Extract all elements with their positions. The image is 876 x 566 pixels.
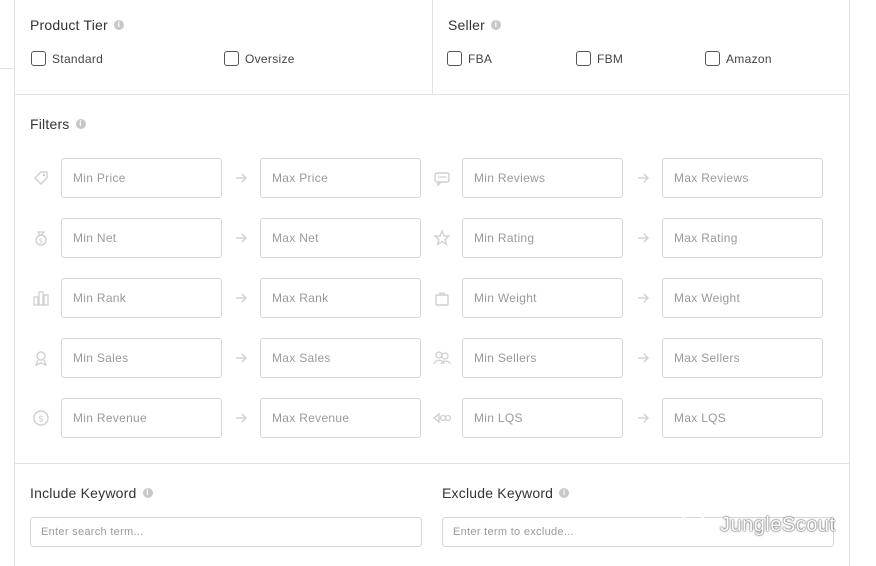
arrow-right-icon	[636, 291, 650, 305]
sellers-icon	[433, 349, 451, 367]
checkbox-label: FBA	[468, 51, 493, 66]
max-lqs-input[interactable]	[662, 398, 823, 438]
checkbox-box[interactable]	[576, 51, 591, 66]
reviews-icon	[433, 169, 451, 187]
min-lqs-input[interactable]	[462, 398, 623, 438]
arrow-right-icon	[234, 351, 248, 365]
section-divider	[432, 0, 433, 94]
junglescout-watermark: JungleScout	[680, 510, 836, 540]
min-price-input[interactable]	[61, 158, 222, 198]
info-icon[interactable]: i	[559, 488, 570, 498]
filters-title: Filters i	[30, 116, 86, 132]
info-icon[interactable]: i	[142, 488, 153, 498]
checkbox-amazon[interactable]: Amazon	[705, 51, 772, 66]
lqs-icon	[433, 409, 451, 427]
filter-panel: Product Tier i Standard Oversize Seller …	[14, 0, 850, 566]
min-revenue-input[interactable]	[61, 398, 222, 438]
arrow-right-icon	[234, 171, 248, 185]
bar-chart-icon	[32, 289, 50, 307]
outer-divider	[0, 68, 14, 69]
min-reviews-input[interactable]	[462, 158, 623, 198]
max-reviews-input[interactable]	[662, 158, 823, 198]
checkbox-fbm[interactable]: FBM	[576, 51, 623, 66]
chat-bubble-icon	[681, 512, 713, 538]
revenue-icon: $	[32, 409, 50, 427]
max-revenue-input[interactable]	[260, 398, 421, 438]
max-weight-input[interactable]	[662, 278, 823, 318]
max-rating-input[interactable]	[662, 218, 823, 258]
sales-icon	[32, 349, 50, 367]
arrow-right-icon	[636, 351, 650, 365]
checkbox-box[interactable]	[447, 51, 462, 66]
include-keyword-title: Include Keyword i	[30, 485, 153, 501]
checkbox-label: FBM	[597, 51, 624, 66]
checkbox-box[interactable]	[705, 51, 720, 66]
min-sellers-input[interactable]	[462, 338, 623, 378]
max-rank-input[interactable]	[260, 278, 421, 318]
max-net-input[interactable]	[260, 218, 421, 258]
min-rank-input[interactable]	[61, 278, 222, 318]
max-price-input[interactable]	[260, 158, 421, 198]
seller-label: Seller	[448, 17, 485, 33]
section-divider	[15, 94, 850, 95]
svg-text:$: $	[39, 237, 43, 245]
info-icon[interactable]: i	[75, 119, 86, 129]
max-sellers-input[interactable]	[662, 338, 823, 378]
checkbox-standard[interactable]: Standard	[31, 51, 103, 66]
checkbox-label: Oversize	[245, 51, 295, 66]
price-tag-icon	[32, 169, 50, 187]
star-icon	[433, 229, 451, 247]
filters-label: Filters	[30, 116, 70, 132]
max-sales-input[interactable]	[260, 338, 421, 378]
arrow-right-icon	[636, 171, 650, 185]
arrow-right-icon	[636, 231, 650, 245]
info-icon[interactable]: i	[491, 20, 501, 30]
checkbox-label: Amazon	[726, 51, 772, 66]
include-keyword-input[interactable]	[30, 517, 422, 547]
arrow-right-icon	[234, 291, 248, 305]
money-bag-icon: $	[32, 229, 50, 247]
exclude-keyword-title: Exclude Keyword i	[442, 485, 570, 501]
seller-title: Seller i	[448, 17, 501, 33]
arrow-right-icon	[234, 411, 248, 425]
arrow-right-icon	[636, 411, 650, 425]
arrow-right-icon	[234, 231, 248, 245]
checkbox-box[interactable]	[31, 51, 46, 66]
product-tier-label: Product Tier	[30, 17, 108, 33]
min-rating-input[interactable]	[462, 218, 623, 258]
exclude-keyword-label: Exclude Keyword	[442, 485, 554, 501]
watermark-text: JungleScout	[720, 513, 836, 536]
section-divider	[15, 463, 850, 464]
include-keyword-label: Include Keyword	[30, 485, 137, 501]
product-tier-title: Product Tier i	[30, 17, 124, 33]
checkbox-label: Standard	[52, 51, 104, 66]
checkbox-box[interactable]	[224, 51, 239, 66]
min-weight-input[interactable]	[462, 278, 623, 318]
svg-text:$: $	[38, 415, 44, 425]
min-sales-input[interactable]	[61, 338, 222, 378]
weight-icon	[433, 289, 451, 307]
info-icon[interactable]: i	[113, 20, 124, 30]
checkbox-oversize[interactable]: Oversize	[224, 51, 295, 66]
min-net-input[interactable]	[61, 218, 222, 258]
checkbox-fba[interactable]: FBA	[447, 51, 492, 66]
